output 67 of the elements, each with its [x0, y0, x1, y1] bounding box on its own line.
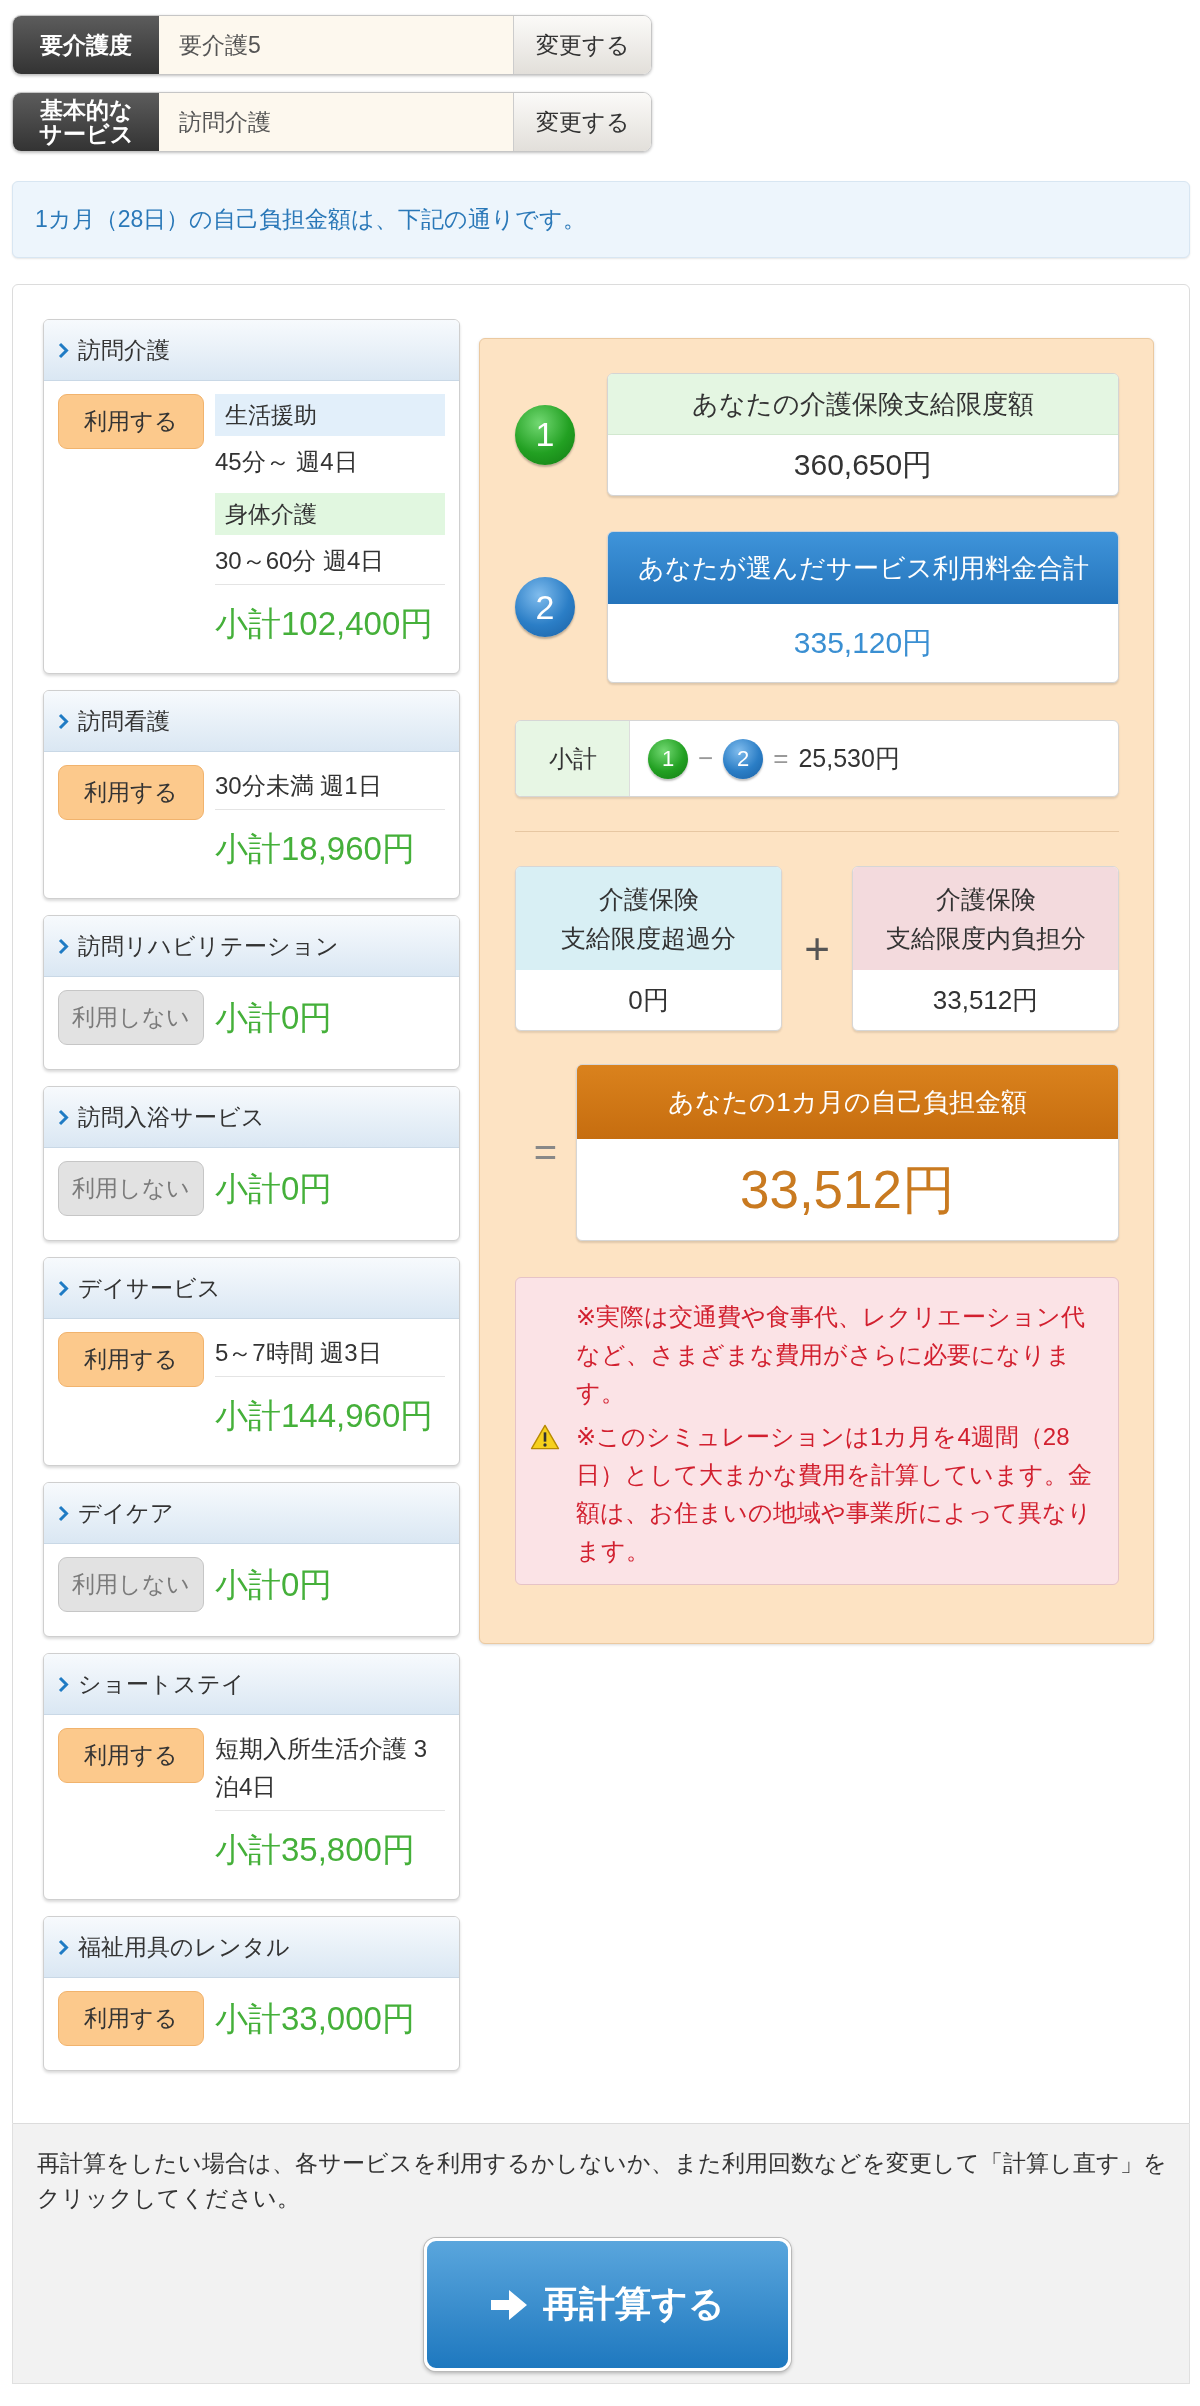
use-toggle-button[interactable]: 利用する — [58, 394, 204, 449]
subtotal-amount: 小計0円 — [215, 1168, 334, 1209]
equals-sign: = — [532, 1130, 559, 1175]
chevron-icon — [58, 1938, 69, 1956]
schedule-text: 5～7時間 週3日 — [215, 1338, 383, 1368]
subtotal-amount: 小計102,400円 — [215, 604, 435, 644]
schedule-text: 30～60分 週4日 — [215, 546, 386, 576]
amount-value: 335,120円 — [792, 625, 934, 661]
service-title: 訪問看護 — [78, 706, 170, 736]
use-toggle-button[interactable]: 利用する — [58, 1991, 204, 2046]
use-toggle-button[interactable]: 利用する — [58, 1728, 204, 1783]
category-label: 生活援助 — [215, 394, 445, 436]
use-toggle-button[interactable]: 利用する — [58, 1332, 204, 1387]
amount-heading: あなたの介護保険支給限度額 — [608, 374, 1118, 435]
result-heading: あなたの1カ月の自己負担金額 — [577, 1065, 1118, 1139]
note-text: ※このシミュレーションは1カ月を4週間（28日）として大まかな費用を計算しています。金額は、お住まいの地域や事業所によって異なります。 — [576, 1422, 1093, 1566]
step-number: 2 — [723, 738, 764, 779]
service-title: 訪問入浴サービス — [78, 1102, 265, 1132]
subtotal-amount: 小計18,960円 — [215, 829, 416, 869]
operator-sign: − — [698, 743, 714, 774]
chevron-icon — [58, 341, 69, 359]
setting-value: 訪問介護 — [159, 93, 513, 151]
service-title: 訪問介護 — [78, 335, 170, 365]
change-button[interactable]: 変更する — [513, 93, 651, 151]
setting-label: 基本的な サービス — [13, 93, 159, 151]
arrow-right-icon — [489, 2287, 529, 2322]
footer-text: 再計算をしたい場合は、各サービスを利用するかしないか、また利用回数などを変更して「計算し直す」をクリックしてください。 — [37, 2149, 1168, 2213]
breakdown-heading: 介護保険 支給限度内負担分 — [853, 867, 1118, 970]
subtotal-amount: 小計33,000円 — [215, 1998, 416, 2039]
use-toggle-button[interactable]: 利用する — [58, 765, 204, 820]
step-number: 1 — [515, 404, 575, 465]
breakdown-heading: 介護保険 支給限度超過分 — [516, 867, 781, 970]
subtotal-label: 小計 — [516, 721, 630, 796]
notice-message: 1カ月（28日）の自己負担金額は、下記の通りです。 — [12, 181, 1190, 258]
amount-value: 360,650円 — [792, 447, 934, 483]
plus-sign: + — [803, 923, 831, 974]
step-number: 2 — [515, 577, 575, 637]
operator-sign: = — [773, 743, 789, 774]
subtotal-amount: 小計35,800円 — [215, 1830, 416, 1870]
amount-heading: あなたが選んだサービス利用料金合計 — [608, 532, 1118, 604]
schedule-text: 45分～ 週4日 — [215, 447, 359, 477]
subtotal-amount: 小計0円 — [215, 1564, 334, 1605]
result-amount: 33,512円 — [738, 1159, 957, 1221]
step-number: 1 — [648, 738, 688, 779]
chevron-icon — [58, 1279, 69, 1297]
schedule-text: 短期入所生活介護 3泊4日 — [215, 1734, 428, 1802]
chevron-icon — [58, 1108, 69, 1126]
service-title: デイケア — [78, 1498, 174, 1528]
subtotal-amount: 小計0円 — [215, 997, 334, 1038]
setting-label: 要介護度 — [13, 16, 159, 74]
category-label: 身体介護 — [215, 493, 445, 535]
difference-amount: 25,530円 — [798, 743, 900, 774]
breakdown-amount: 0円 — [627, 984, 670, 1017]
chevron-icon — [58, 937, 69, 955]
service-title: 福祉用具のレンタル — [78, 1932, 290, 1962]
chevron-icon — [58, 712, 69, 730]
chevron-icon — [58, 1675, 69, 1693]
change-button[interactable]: 変更する — [513, 16, 651, 74]
breakdown-amount: 33,512円 — [931, 984, 1040, 1017]
service-title: 訪問リハビリテーション — [78, 931, 339, 961]
schedule-text: 30分未満 週1日 — [215, 771, 383, 801]
chevron-icon — [58, 1504, 69, 1522]
service-title: ショートステイ — [78, 1669, 245, 1699]
subtotal-amount: 小計144,960円 — [215, 1396, 435, 1436]
setting-value: 要介護5 — [159, 16, 513, 74]
service-title: デイサービス — [78, 1273, 221, 1303]
note-text: ※実際は交通費や食事代、レクリエーション代など、さまざまな費用がさらに必要になります。 — [576, 1302, 1087, 1408]
